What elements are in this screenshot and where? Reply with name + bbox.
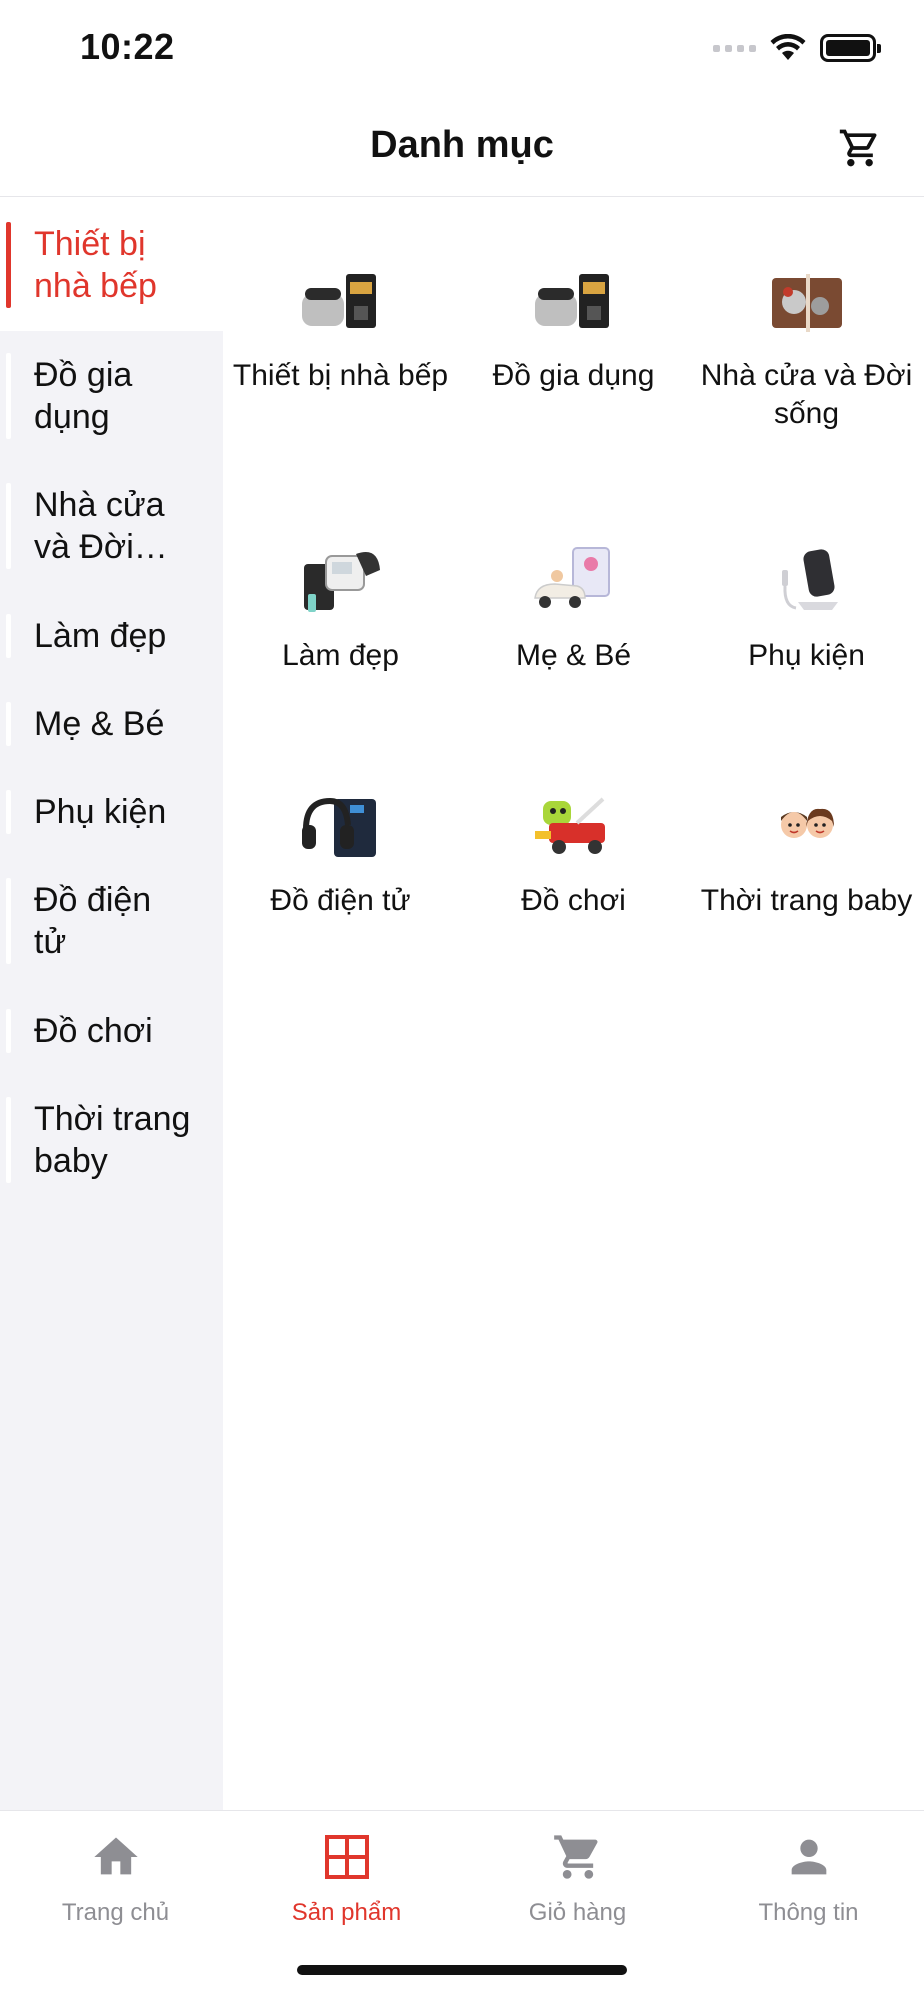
sidebar-item-accessories[interactable]: Phụ kiện: [0, 768, 223, 856]
active-indicator: [6, 221, 11, 308]
category-card-kitchen[interactable]: Thiết bị nhà bếp: [231, 256, 450, 395]
category-label: Làm đẹp: [282, 639, 399, 672]
tab-label: Giỏ hàng: [528, 1899, 627, 1926]
beauty-device-icon: [303, 552, 380, 612]
category-card-accessories[interactable]: Phụ kiện: [697, 536, 916, 675]
item-indicator: [6, 353, 11, 439]
kitchen-appliance-icon: [301, 274, 376, 328]
person-icon: [791, 1839, 826, 1875]
home-icon: [93, 1837, 138, 1875]
home-indicator: [297, 1965, 627, 1975]
category-card-electronics[interactable]: Đồ điện tử: [231, 781, 450, 920]
sidebar-item-label: Đồ gia dụng: [34, 356, 133, 436]
tab-label: Trang chủ: [61, 1899, 170, 1926]
item-indicator: [6, 878, 11, 964]
cart-icon: [839, 129, 877, 167]
sidebar-item-label: Thời trang baby: [34, 1100, 191, 1180]
sidebar-item-label: Phụ kiện: [34, 793, 167, 831]
category-card-beauty[interactable]: Làm đẹp: [231, 536, 450, 675]
sidebar-item-label: Đồ điện tử: [34, 881, 152, 961]
battery-icon: [820, 34, 881, 62]
cart-icon: [553, 1835, 598, 1879]
category-label: Mẹ & Bé: [515, 639, 632, 672]
header: Danh mục: [0, 100, 924, 197]
sidebar-item-baby-fashion[interactable]: Thời trang baby: [0, 1075, 223, 1205]
category-label: Đồ điện tử: [270, 884, 411, 917]
sidebar-item-kitchen[interactable]: Thiết bị nhà bếp: [0, 198, 223, 331]
tab-label: Sản phẩm: [291, 1899, 402, 1926]
category-grid: Thiết bị nhà bếp Đồ gia dụng Nhà cửa và …: [223, 198, 924, 1810]
category-card-home-living[interactable]: Nhà cửa và Đời sống: [697, 256, 916, 433]
status-icons: [713, 34, 881, 62]
sidebar-item-mom-baby[interactable]: Mẹ & Bé: [0, 680, 223, 768]
item-indicator: [6, 1008, 11, 1053]
item-indicator: [6, 702, 11, 746]
item-indicator: [6, 613, 11, 658]
sidebar-item-home-living[interactable]: Nhà cửa và Đời sống: [0, 461, 223, 591]
category-label: Phụ kiện: [748, 639, 865, 672]
sidebar-item-toys[interactable]: Đồ chơi: [0, 986, 223, 1075]
category-card-toys[interactable]: Đồ chơi: [464, 781, 683, 920]
item-indicator: [6, 790, 11, 834]
toy-car-icon: [534, 797, 605, 854]
electronics-headphone-icon: [301, 797, 376, 857]
category-label: Đồ chơi: [521, 884, 626, 917]
item-indicator: [6, 483, 11, 569]
category-sidebar: Thiết bị nhà bếp Đồ gia dụng Nhà cửa và …: [0, 198, 223, 1810]
sidebar-item-label: Đồ chơi: [34, 1011, 153, 1050]
cellular-signal-icon: [713, 44, 756, 52]
household-appliance-icon: [534, 274, 609, 328]
wifi-icon: [770, 34, 806, 60]
sidebar-item-label: Mẹ & Bé: [34, 705, 165, 743]
header-cart-button[interactable]: [832, 120, 888, 176]
page-title: Danh mục: [370, 124, 554, 166]
category-label: Đồ gia dụng: [492, 359, 655, 392]
sidebar-item-beauty[interactable]: Làm đẹp: [0, 591, 223, 680]
status-bar: 10:22: [0, 0, 924, 100]
tab-home[interactable]: Trang chủ: [0, 1821, 231, 1927]
tab-label: Thông tin: [758, 1899, 859, 1926]
sidebar-item-label: Nhà cửa và Đời sống: [34, 486, 165, 566]
tab-profile[interactable]: Thông tin: [693, 1821, 924, 1927]
baby-fashion-icon: [780, 808, 834, 838]
grid-icon: [324, 1835, 369, 1879]
sidebar-item-electronics[interactable]: Đồ điện tử: [0, 856, 223, 986]
sidebar-item-label: Thiết bị nhà bếp: [34, 224, 157, 305]
category-card-baby-fashion[interactable]: Thời trang baby: [697, 781, 916, 920]
tab-products[interactable]: Sản phẩm: [231, 1821, 462, 1927]
category-label: Thiết bị nhà bếp: [232, 359, 449, 392]
category-card-household[interactable]: Đồ gia dụng: [464, 256, 683, 395]
accessory-charger-icon: [781, 549, 838, 610]
home-living-icon: [771, 274, 842, 332]
category-card-mom-baby[interactable]: Mẹ & Bé: [464, 536, 683, 675]
sidebar-item-household[interactable]: Đồ gia dụng: [0, 331, 223, 461]
status-time: 10:22: [80, 26, 175, 67]
tab-cart[interactable]: Giỏ hàng: [462, 1821, 693, 1927]
mom-baby-icon: [533, 547, 610, 608]
sidebar-item-label: Làm đẹp: [34, 616, 167, 655]
category-label: Nhà cửa và Đời sống: [700, 359, 913, 430]
category-label: Thời trang baby: [700, 884, 913, 917]
item-indicator: [6, 1097, 11, 1183]
